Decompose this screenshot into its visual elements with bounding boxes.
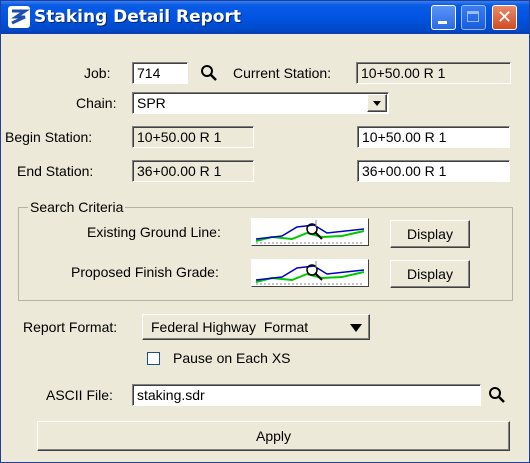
proposed-finish-preview-button[interactable]	[251, 259, 369, 287]
app-logo-icon	[8, 6, 30, 28]
ascii-file-label: ASCII File:	[46, 387, 113, 403]
proposed-finish-display-button[interactable]: Display	[390, 260, 470, 288]
job-label: Job:	[84, 65, 111, 81]
chain-label: Chain:	[76, 95, 117, 111]
cross-section-preview-icon	[255, 220, 365, 244]
end-station-label: End Station:	[17, 163, 94, 179]
staking-detail-report-window: Staking Detail Report ✕ Job: 714 Current…	[0, 0, 530, 463]
chain-dropdown[interactable]: SPR	[132, 92, 389, 114]
existing-ground-preview-button[interactable]	[251, 218, 369, 246]
end-station-current-field: 36+00.00 R 1	[132, 160, 254, 182]
browse-search-icon[interactable]	[488, 386, 506, 404]
begin-station-label: Begin Station:	[5, 129, 93, 145]
begin-station-current-field: 10+50.00 R 1	[132, 126, 254, 148]
title-bar[interactable]: Staking Detail Report ✕	[1, 1, 529, 34]
proposed-finish-label: Proposed Finish Grade:	[71, 264, 219, 280]
cross-section-preview-icon	[255, 261, 365, 285]
close-icon: ✕	[496, 7, 513, 28]
chain-value: SPR	[137, 95, 166, 111]
report-format-label: Report Format:	[23, 319, 118, 335]
existing-ground-display-button[interactable]: Display	[390, 220, 470, 248]
current-station-field: 10+50.00 R 1	[356, 62, 511, 84]
end-station-input[interactable]: 36+00.00 R 1	[357, 160, 510, 182]
report-format-dropdown[interactable]: Federal Highway Format	[142, 314, 370, 340]
existing-ground-label: Existing Ground Line:	[87, 224, 221, 240]
job-field[interactable]: 714	[132, 62, 188, 84]
chevron-down-icon	[373, 101, 381, 106]
ascii-file-input[interactable]: staking.sdr	[132, 384, 481, 406]
search-criteria-title: Search Criteria	[28, 199, 126, 215]
chain-dropdown-button[interactable]	[367, 94, 387, 112]
report-format-value: Federal Highway Format	[151, 319, 309, 335]
minimize-button[interactable]	[431, 5, 456, 30]
triangle-down-icon	[350, 324, 362, 332]
maximize-button[interactable]	[461, 5, 486, 30]
current-station-label: Current Station:	[233, 65, 332, 81]
window-title: Staking Detail Report	[34, 7, 241, 27]
pause-checkbox[interactable]	[147, 352, 160, 365]
job-search-icon[interactable]	[200, 64, 218, 82]
apply-button[interactable]: Apply	[37, 421, 510, 451]
close-button[interactable]: ✕	[492, 5, 517, 30]
pause-label: Pause on Each XS	[173, 350, 291, 366]
begin-station-input[interactable]: 10+50.00 R 1	[357, 126, 510, 148]
